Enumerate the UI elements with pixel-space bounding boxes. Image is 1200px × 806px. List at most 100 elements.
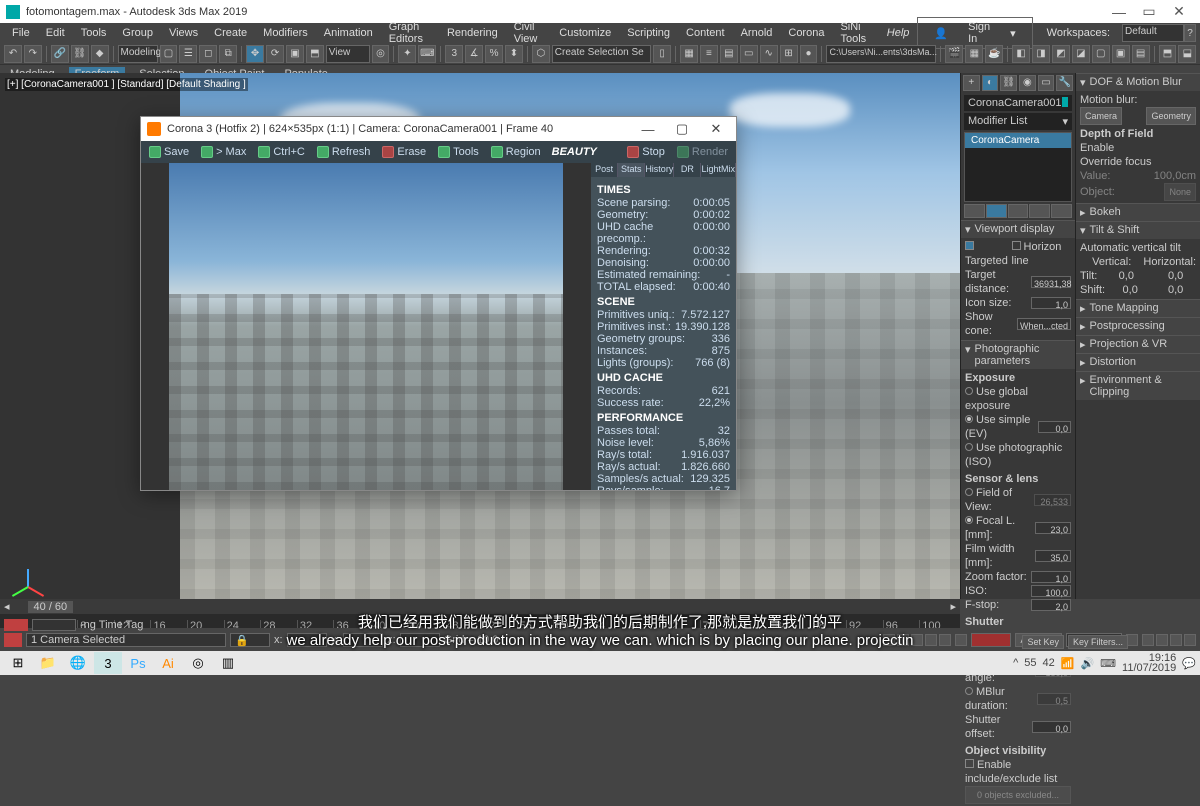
icon-size-spinner[interactable]: 1,0	[1031, 297, 1071, 309]
next-frame-button[interactable]	[925, 634, 937, 646]
menu-customize[interactable]: Customize	[551, 25, 619, 41]
align-button[interactable]: ▦	[680, 45, 698, 63]
rollout-viewportdisplay[interactable]: ▾ Viewport display	[961, 220, 1075, 238]
show-end-button[interactable]	[986, 204, 1007, 218]
rollout-postprocessing[interactable]: ▸ Postprocessing	[1076, 317, 1200, 335]
cfb-tab-stats[interactable]: Stats	[618, 163, 645, 177]
move-button[interactable]: ✥	[246, 45, 264, 63]
nav-max-button[interactable]	[1184, 634, 1196, 646]
goto-end-button[interactable]	[939, 634, 951, 646]
workspace-selector[interactable]: Workspaces:Default	[1039, 24, 1184, 42]
use-global-radio[interactable]	[965, 387, 973, 395]
modifier-stack[interactable]: CoronaCamera	[964, 132, 1072, 202]
remove-button[interactable]	[1029, 204, 1050, 218]
selection-filter[interactable]: Modeling	[118, 45, 158, 63]
corona-frame-buffer-window[interactable]: Corona 3 (Hotfix 2) | 624×535px (1:1) | …	[140, 116, 737, 491]
r8-icon[interactable]: ⬒	[1159, 45, 1177, 63]
stack-item-coronacamera[interactable]: CoronaCamera	[965, 133, 1071, 148]
window-crossing-button[interactable]: ⧉	[219, 45, 237, 63]
unlink-button[interactable]: ⛓	[71, 45, 89, 63]
placement-button[interactable]: ⬒	[306, 45, 324, 63]
key-mode-button[interactable]	[955, 634, 967, 646]
menu-civilview[interactable]: Civil View	[506, 19, 552, 47]
cfb-minimize-button[interactable]: —	[634, 122, 662, 137]
config-button[interactable]	[1051, 204, 1072, 218]
link-button[interactable]: 🔗	[51, 45, 69, 63]
exclude-list-button[interactable]: 0 objects excluded...	[965, 786, 1071, 804]
shutter-offset-spinner[interactable]: 0,0	[1032, 721, 1071, 733]
r2-icon[interactable]: ◨	[1032, 45, 1050, 63]
use-photo-radio[interactable]	[965, 443, 973, 451]
mblur-radio[interactable]	[965, 687, 973, 695]
rollout-distortion[interactable]: ▸ Distortion	[1076, 353, 1200, 371]
cfb-tools-button[interactable]: Tools	[433, 144, 484, 160]
start-button[interactable]: ⊞	[4, 652, 32, 674]
cfb-tab-lightmix[interactable]: LightMix	[701, 163, 736, 177]
menu-scripting[interactable]: Scripting	[619, 25, 678, 41]
explorer-icon[interactable]: 📁	[34, 652, 62, 674]
pivot-button[interactable]: ◎	[372, 45, 390, 63]
cfb-render-button[interactable]: Render	[672, 144, 733, 160]
wifi-icon[interactable]: 📶	[1061, 657, 1075, 670]
shift-v-spinner[interactable]: 0,0	[1123, 283, 1151, 297]
time-tag[interactable]: -ng Time Tag	[80, 619, 143, 631]
snap-button[interactable]: 3	[445, 45, 463, 63]
manipulate-button[interactable]: ✦	[398, 45, 416, 63]
undo-button[interactable]: ↶	[4, 45, 22, 63]
r4-icon[interactable]: ◪	[1072, 45, 1090, 63]
rollout-environment[interactable]: ▸ Environment & Clipping	[1076, 371, 1200, 400]
illustrator-icon[interactable]: Ai	[154, 652, 182, 674]
r1-icon[interactable]: ◧	[1012, 45, 1030, 63]
3dsmax-icon[interactable]: 3	[94, 652, 122, 674]
menu-views[interactable]: Views	[161, 25, 206, 41]
select-name-button[interactable]: ☰	[179, 45, 197, 63]
mb-camera-button[interactable]: Camera	[1080, 107, 1122, 125]
modifier-list-dropdown[interactable]: Modifier List▾	[964, 113, 1072, 130]
nav-orbit-button[interactable]	[1170, 634, 1182, 646]
angle-snap-button[interactable]: ∡	[465, 45, 483, 63]
ev-spinner[interactable]: 0,0	[1038, 421, 1071, 433]
cfb-tab-dr[interactable]: DR	[674, 163, 701, 177]
horizon-checkbox[interactable]	[1012, 241, 1021, 250]
rollout-tonemapping[interactable]: ▸ Tone Mapping	[1076, 299, 1200, 317]
mirror-button[interactable]: ▯	[653, 45, 671, 63]
tab-hierarchy[interactable]: ⛓	[1000, 75, 1017, 91]
menu-group[interactable]: Group	[114, 25, 161, 41]
zoom-spinner[interactable]: 1,0	[1031, 571, 1071, 583]
focal-radio[interactable]	[965, 516, 973, 524]
named-sel[interactable]: Create Selection Se	[552, 45, 651, 63]
project-path[interactable]: C:\Users\Ni...ents\3dsMa...	[826, 45, 936, 63]
filmwidth-spinner[interactable]: 35,0	[1035, 550, 1071, 562]
ref-coord[interactable]: View	[326, 45, 370, 63]
viewport-label[interactable]: [+] [CoronaCamera001 ] [Standard] [Defau…	[5, 78, 248, 91]
other-app-icon[interactable]: ◎	[184, 652, 212, 674]
rollout-dof[interactable]: ▾ DOF & Motion Blur	[1076, 73, 1200, 91]
r9-icon[interactable]: ⬓	[1178, 45, 1196, 63]
r6-icon[interactable]: ▣	[1112, 45, 1130, 63]
volume-icon[interactable]: 🔊	[1080, 657, 1094, 670]
tray-chevron-icon[interactable]: ^	[1013, 657, 1018, 669]
target-distance-spinner[interactable]: 36931,38	[1031, 276, 1071, 288]
rect-select-button[interactable]: ◻	[199, 45, 217, 63]
lock-icon[interactable]: 🔒	[230, 633, 270, 647]
menu-sini[interactable]: SiNi Tools	[832, 19, 878, 47]
tab-create[interactable]: +	[963, 75, 980, 91]
cfb-titlebar[interactable]: Corona 3 (Hotfix 2) | 624×535px (1:1) | …	[141, 117, 736, 141]
photoshop-icon[interactable]: Ps	[124, 652, 152, 674]
focal-spinner[interactable]: 23,0	[1035, 522, 1071, 534]
chrome-icon[interactable]: 🌐	[64, 652, 92, 674]
menu-edit[interactable]: Edit	[38, 25, 73, 41]
render-button[interactable]: ☕	[985, 45, 1003, 63]
cfb-region-button[interactable]: Region	[486, 144, 546, 160]
object-color-swatch[interactable]	[1062, 97, 1068, 107]
menu-file[interactable]: File	[4, 25, 38, 41]
menu-animation[interactable]: Animation	[316, 25, 381, 41]
r5-icon[interactable]: ▢	[1092, 45, 1110, 63]
bind-button[interactable]: ◆	[91, 45, 109, 63]
scale-button[interactable]: ▣	[286, 45, 304, 63]
unique-button[interactable]	[1008, 204, 1029, 218]
rollout-photographic[interactable]: ▾ Photographic parameters	[961, 340, 1075, 369]
help-icon[interactable]: ?	[1184, 24, 1196, 42]
tab-display[interactable]: ▭	[1038, 75, 1055, 91]
notifications-icon[interactable]: 💬	[1182, 657, 1196, 670]
